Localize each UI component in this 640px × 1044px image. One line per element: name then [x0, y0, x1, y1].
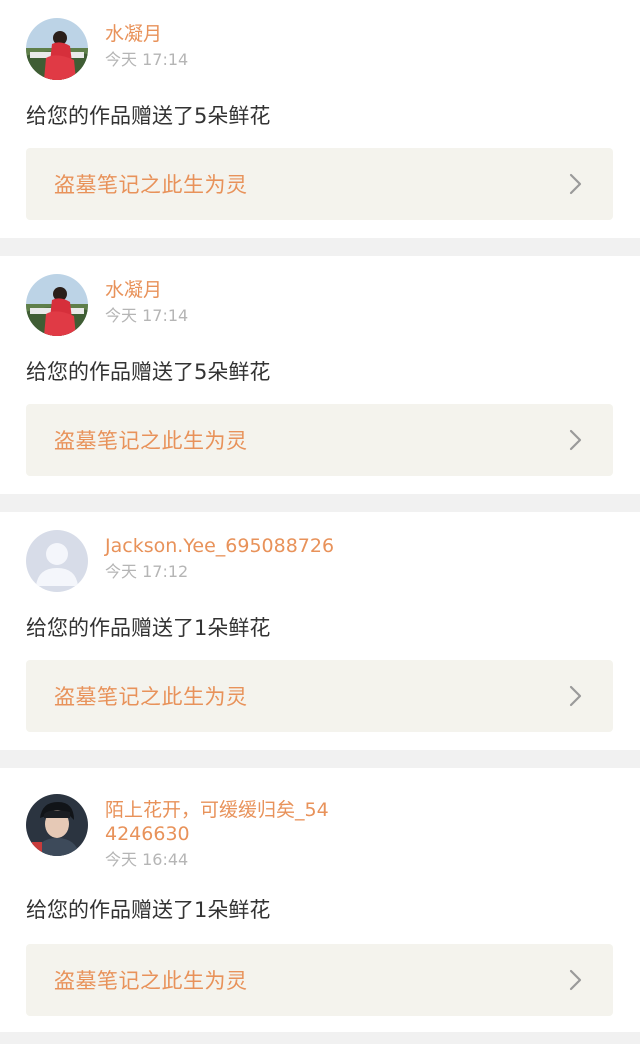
timestamp: 今天 17:14 [105, 306, 189, 325]
notification-card: Jackson.Yee_695088726 今天 17:12 给您的作品赠送了1… [0, 512, 640, 750]
notification-header: Jackson.Yee_695088726 今天 17:12 [26, 530, 355, 592]
notification-header: 水凝月 今天 17:14 [26, 18, 355, 80]
avatar[interactable] [26, 530, 88, 592]
chevron-right-icon [557, 421, 595, 459]
chevron-right-icon [557, 677, 595, 715]
gift-message: 给您的作品赠送了1朵鲜花 [26, 898, 271, 922]
avatar[interactable] [26, 794, 88, 856]
chevron-right-icon [557, 961, 595, 999]
user-meta: 水凝月 今天 17:14 [105, 18, 355, 70]
user-meta: 陌上花开，可缓缓归矣_544246630 今天 16:44 [105, 794, 335, 870]
work-link-button[interactable]: 盗墓笔记之此生为灵 [26, 404, 613, 476]
timestamp: 今天 16:44 [105, 850, 189, 869]
work-link-button[interactable]: 盗墓笔记之此生为灵 [26, 944, 613, 1016]
gift-message: 给您的作品赠送了5朵鲜花 [26, 104, 271, 128]
user-meta: Jackson.Yee_695088726 今天 17:12 [105, 530, 355, 582]
timestamp: 今天 17:14 [105, 50, 189, 69]
work-link-button[interactable]: 盗墓笔记之此生为灵 [26, 148, 613, 220]
notification-feed: 水凝月 今天 17:14 给您的作品赠送了5朵鲜花 盗墓笔记之此生为灵 水凝月 … [0, 0, 640, 1044]
gift-message: 给您的作品赠送了1朵鲜花 [26, 616, 271, 640]
avatar[interactable] [26, 274, 88, 336]
timestamp: 今天 17:12 [105, 562, 189, 581]
work-title: 盗墓笔记之此生为灵 [54, 685, 248, 709]
notification-card: 水凝月 今天 17:14 给您的作品赠送了5朵鲜花 盗墓笔记之此生为灵 [0, 256, 640, 494]
work-title: 盗墓笔记之此生为灵 [54, 969, 248, 993]
user-meta: 水凝月 今天 17:14 [105, 274, 355, 326]
avatar[interactable] [26, 18, 88, 80]
user-name[interactable]: Jackson.Yee_695088726 [105, 534, 355, 558]
work-title: 盗墓笔记之此生为灵 [54, 429, 248, 453]
gift-message: 给您的作品赠送了5朵鲜花 [26, 360, 271, 384]
chevron-right-icon [557, 165, 595, 203]
user-name[interactable]: 水凝月 [105, 278, 355, 302]
work-link-button[interactable]: 盗墓笔记之此生为灵 [26, 660, 613, 732]
user-name[interactable]: 陌上花开，可缓缓归矣_544246630 [105, 798, 335, 846]
notification-header: 陌上花开，可缓缓归矣_544246630 今天 16:44 [26, 794, 335, 870]
notification-header: 水凝月 今天 17:14 [26, 274, 355, 336]
notification-card: 水凝月 今天 17:14 给您的作品赠送了5朵鲜花 盗墓笔记之此生为灵 [0, 0, 640, 238]
notification-card: 陌上花开，可缓缓归矣_544246630 今天 16:44 给您的作品赠送了1朵… [0, 768, 640, 1032]
user-name[interactable]: 水凝月 [105, 22, 355, 46]
work-title: 盗墓笔记之此生为灵 [54, 173, 248, 197]
